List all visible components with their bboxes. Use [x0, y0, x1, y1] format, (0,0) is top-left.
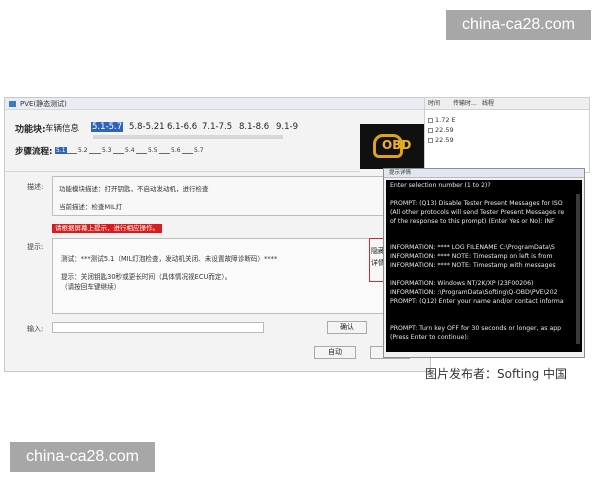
- description-label: 描述:: [27, 183, 44, 191]
- main-window: PVE(静态测试) 功能块: 车辆信息 5.1-5.7 5.8-5.21 6.1…: [4, 97, 432, 372]
- step-node[interactable]: 5.3: [101, 147, 113, 154]
- console-scrollbar[interactable]: [576, 194, 580, 344]
- console-line: Enter selection number (1 to 2)?: [390, 182, 491, 189]
- step-node[interactable]: 5.5: [147, 147, 159, 154]
- tab-vehicle-info[interactable]: 车辆信息: [45, 122, 79, 134]
- module-description: 功能模块描述：打开钥匙，不启动发动机，进行检查: [59, 185, 209, 193]
- grid-cell: 1.72 E: [435, 116, 456, 124]
- step-flow-label: 步骤流程:: [15, 147, 53, 157]
- grid-cell: 22.59: [435, 126, 454, 134]
- description-box: 功能模块描述：打开钥匙，不启动发动机，进行检查 当前描述：检查MIL灯: [52, 176, 429, 216]
- prompt-line: （请按回车键继续）: [61, 283, 121, 291]
- confirm-button[interactable]: 确认: [327, 321, 367, 334]
- title-bar: PVE(静态测试): [5, 98, 430, 110]
- current-description: 当前描述：检查MIL灯: [59, 203, 123, 211]
- console-line: INFORMATION: **** LOG FILENAME C:\Progra…: [390, 244, 555, 251]
- alert-banner: 请根据屏幕上提示，进行相应操作。: [52, 224, 162, 233]
- console-line: PROMPT: (Q12) Enter your name and/or con…: [390, 298, 564, 305]
- scribble-mark: [93, 135, 283, 139]
- step-node[interactable]: 5.7: [193, 147, 205, 154]
- grid-header-time[interactable]: 时间: [428, 98, 440, 110]
- prompt-line: 测试：***测试5.1（MIL灯泡检查，发动机关闭、未设置故障诊断码）****: [61, 255, 278, 263]
- console-line: INFORMATION: **** NOTE: Timestamp with m…: [390, 262, 556, 269]
- console-line: INFORMATION: :\ProgramData\Softing\Q-OBD…: [390, 289, 558, 296]
- details-popup: 提示详情 Enter selection number (1 to 2)? PR…: [383, 168, 585, 358]
- row-checkbox[interactable]: [428, 118, 433, 123]
- app-icon: [9, 101, 16, 107]
- grid-header-thread[interactable]: 线程: [482, 98, 494, 110]
- popup-title-bar: 提示详情: [384, 169, 584, 178]
- input-field[interactable]: [52, 322, 264, 333]
- console-line: PROMPT: Turn key OFF for 30 seconds or l…: [390, 325, 562, 332]
- tab-5-1-5-7[interactable]: 5.1-5.7: [91, 122, 124, 132]
- grid-cell: 22.59: [435, 136, 454, 144]
- prompt-label: 提示:: [27, 243, 44, 251]
- console-output[interactable]: Enter selection number (1 to 2)? PROMPT:…: [386, 180, 582, 352]
- console-line: PROMPT: (Q13) Disable Tester Present Mes…: [390, 200, 563, 207]
- console-line: (All other protocols will send Tester Pr…: [390, 209, 565, 216]
- auto-button[interactable]: 自动: [314, 346, 356, 359]
- step-node[interactable]: 5.2: [77, 147, 89, 154]
- tab-6-1-6-6[interactable]: 6.1-6.6: [167, 122, 197, 132]
- watermark-top: china-ca28.com: [446, 10, 591, 40]
- function-bar-label: 功能块:: [15, 125, 46, 135]
- watermark-bottom: china-ca28.com: [10, 442, 155, 472]
- prompt-line: 提示：关闭钥匙30秒或更长时间（具体情况视ECU而定）。: [61, 273, 232, 281]
- window-title: PVE(静态测试): [20, 100, 67, 108]
- obd-logo: OBD: [360, 124, 432, 169]
- step-node[interactable]: 5.1: [55, 147, 67, 154]
- input-label: 输入:: [27, 325, 44, 333]
- divider: [5, 171, 360, 172]
- popup-title: 提示详情: [389, 170, 412, 176]
- tab-8-1-8-6[interactable]: 8.1-8.6: [239, 122, 269, 132]
- row-checkbox[interactable]: [428, 138, 433, 143]
- console-line: (Press Enter to continue):: [390, 334, 469, 341]
- console-line: INFORMATION: **** NOTE: Timestamp on lef…: [390, 253, 553, 260]
- grid-header: 时间 传输时... 线程: [425, 98, 589, 110]
- prompt-box: 测试：***测试5.1（MIL灯泡检查，发动机关闭、未设置故障诊断码）**** …: [52, 238, 388, 314]
- tab-9-1-9[interactable]: 9.1-9: [276, 122, 298, 132]
- tab-5-8-5-21[interactable]: 5.8-5.21: [129, 122, 165, 132]
- grid-header-transfer[interactable]: 传输时...: [453, 98, 477, 110]
- data-grid: 时间 传输时... 线程 1.72 E 22.59 22.59: [424, 97, 590, 173]
- console-line: of the response to this prompt) (Enter Y…: [390, 218, 555, 225]
- console-line: INFORMATION: Windows NT/2K/XP (23F00206): [390, 280, 534, 287]
- step-node[interactable]: 5.4: [124, 147, 136, 154]
- row-checkbox[interactable]: [428, 128, 433, 133]
- step-node[interactable]: 5.6: [170, 147, 182, 154]
- logo-text: OBD: [382, 138, 412, 152]
- image-caption: 图片发布者：Softing 中国: [425, 367, 568, 381]
- tab-7-1-7-5[interactable]: 7.1-7.5: [202, 122, 232, 132]
